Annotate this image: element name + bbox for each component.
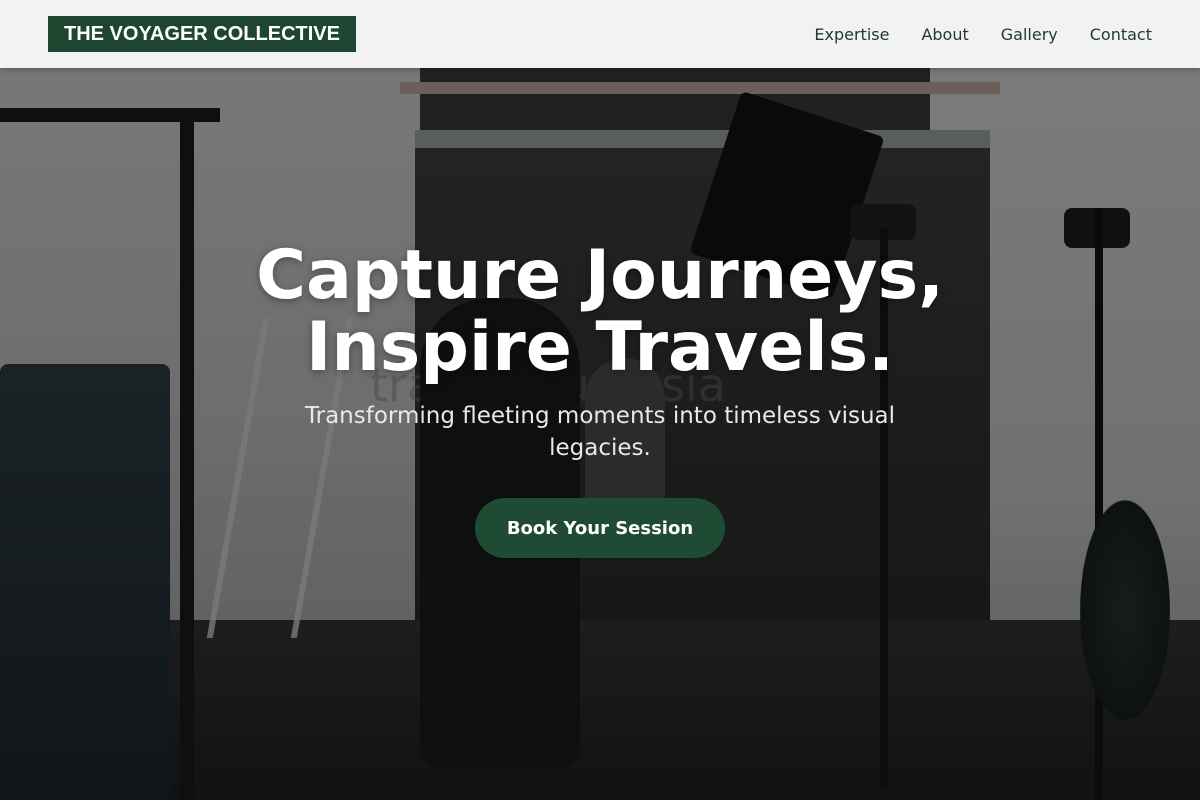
hero-title: Capture Journeys, Inspire Travels. — [100, 240, 1100, 384]
nav-link-about[interactable]: About — [921, 25, 968, 44]
hero-subtitle: Transforming fleeting moments into timel… — [304, 403, 896, 461]
site-header: THE VOYAGER COLLECTIVE Expertise About G… — [0, 0, 1200, 68]
book-session-button[interactable]: Book Your Session — [475, 498, 725, 558]
nav-link-gallery[interactable]: Gallery — [1001, 25, 1058, 44]
hero-title-line-2: Inspire Travels. — [306, 308, 894, 387]
nav-link-contact[interactable]: Contact — [1090, 25, 1152, 44]
nav-link-expertise[interactable]: Expertise — [814, 25, 889, 44]
logo[interactable]: THE VOYAGER COLLECTIVE — [48, 16, 356, 52]
main-nav: Expertise About Gallery Contact — [814, 0, 1152, 68]
hero-title-line-1: Capture Journeys, — [256, 236, 944, 315]
hero-content: Capture Journeys, Inspire Travels. Trans… — [0, 68, 1200, 800]
hero-section: travelogue asia Capture Journeys, Inspir… — [0, 68, 1200, 800]
